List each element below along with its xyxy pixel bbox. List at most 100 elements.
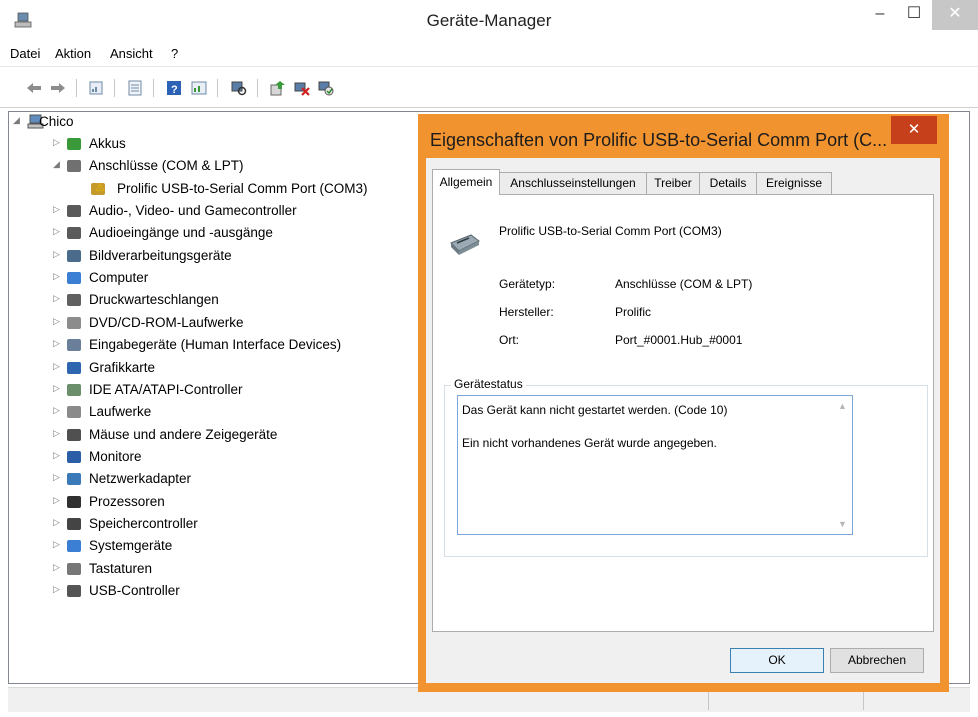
svg-text:?: ? [171,84,178,96]
minimize-icon: – [875,5,885,22]
menu-datei[interactable]: Datei [10,46,40,61]
tree-node-label: Anschlüsse (COM & LPT) [89,158,244,174]
menu-help[interactable]: ? [171,46,178,61]
serial-port-icon [450,234,480,255]
expand-arrow-icon[interactable]: ▷ [53,361,63,372]
tree-node-label: Tastaturen [89,560,153,576]
menu-ansicht[interactable]: Ansicht [110,46,153,61]
menu-aktion[interactable]: Aktion [55,46,91,61]
maximize-button[interactable]: ☐ [896,0,932,30]
dialog-body: Allgemein Anschlusseinstellungen Treiber… [426,158,940,683]
dialog-close-button[interactable]: ✕ [891,116,937,144]
scan-hardware-icon[interactable] [231,80,247,96]
expand-arrow-icon[interactable]: ▷ [53,226,63,237]
properties-dialog: Eigenschaften von Prolific USB-to-Serial… [418,114,949,692]
dialog-title: Eigenschaften von Prolific USB-to-Serial… [430,130,888,150]
mouse-icon [67,428,81,441]
tree-node-label: Eingabegeräte (Human Interface Devices) [89,337,342,353]
tree-node-label: USB-Controller [89,583,180,598]
device-manager-window: Geräte-Manager – ☐ ✕ Datei Aktion Ansich… [0,0,978,717]
tab-ereignisse[interactable]: Ereignisse [756,172,832,194]
monitor-icon [67,450,81,463]
location-value: Port_#0001.Hub_#0001 [615,333,743,347]
tree-node-label: Systemgeräte [89,538,173,554]
tree-node-label: Druckwarteschlangen [89,292,219,308]
location-label: Ort: [499,333,519,347]
expand-arrow-icon[interactable]: ▷ [53,137,63,148]
tree-node-label: Speichercontroller [89,515,198,531]
tree-node-label: DVD/CD-ROM-Laufwerke [89,314,244,330]
window-title: Geräte-Manager [426,11,552,30]
port-connector-icon [67,160,81,173]
tree-node-label: Audio-, Video- und Gamecontroller [89,203,297,219]
toolbar: ? [0,66,978,108]
expand-arrow-icon[interactable]: ▷ [53,472,63,483]
expand-arrow-icon[interactable]: ▷ [53,316,63,327]
device-status-legend: Gerätestatus [451,377,526,391]
input-device-icon [67,339,81,352]
properties-icon[interactable] [88,80,104,96]
manufacturer-label: Hersteller: [499,305,554,319]
device-status-textbox[interactable]: Das Gerät kann nicht gestartet werden. (… [457,395,853,535]
collapse-arrow-icon[interactable]: ◢ [53,159,63,170]
console-icon[interactable] [191,80,207,96]
computer-icon [67,272,81,285]
expand-arrow-icon[interactable]: ▷ [53,584,63,595]
expand-arrow-icon[interactable]: ▷ [53,562,63,573]
expand-arrow-icon[interactable]: ▷ [53,249,63,260]
tab-allgemein[interactable]: Allgemein [432,169,500,195]
maximize-icon: ☐ [906,5,922,22]
expand-arrow-icon[interactable]: ▷ [53,271,63,282]
tree-node-label: Bildverarbeitungsgeräte [89,247,232,263]
tree-node-label: Audioeingänge und -ausgänge [89,225,273,241]
back-arrow-icon[interactable] [26,80,42,96]
collapse-arrow-icon[interactable]: ◢ [13,115,23,126]
expand-arrow-icon[interactable]: ▷ [53,450,63,461]
view-icon[interactable] [127,80,143,96]
tree-node-label: Mäuse und andere Zeigegeräte [89,426,278,442]
tree-node-label: Netzwerkadapter [89,471,192,487]
help-icon[interactable]: ? [166,80,182,96]
expand-arrow-icon[interactable]: ▷ [53,293,63,304]
cancel-button[interactable]: Abbrechen [830,648,924,673]
scroll-down-icon[interactable]: ▼ [838,519,847,529]
general-panel: Prolific USB-to-Serial Comm Port (COM3) … [432,194,934,632]
audio-io-icon [67,227,81,240]
tab-treiber[interactable]: Treiber [646,172,700,194]
ide-controller-icon [67,383,81,396]
display-adapter-icon [67,361,81,374]
expand-arrow-icon[interactable]: ▷ [53,338,63,349]
expand-arrow-icon[interactable]: ▷ [53,517,63,528]
uninstall-icon[interactable] [294,80,310,96]
close-button[interactable]: ✕ [932,0,978,30]
title-bar[interactable]: Geräte-Manager – ☐ ✕ [0,0,978,42]
expand-arrow-icon[interactable]: ▷ [53,405,63,416]
expand-arrow-icon[interactable]: ▷ [53,428,63,439]
usb-icon [67,585,81,597]
manufacturer-value: Prolific [615,305,652,319]
ok-button[interactable]: OK [730,648,824,673]
tab-details[interactable]: Details [699,172,757,194]
device-type-label: Gerätetyp: [499,277,556,291]
device-name: Prolific USB-to-Serial Comm Port (COM3) [499,224,722,238]
tree-node-label: Grafikkarte [89,359,156,375]
update-driver-icon[interactable] [270,80,286,96]
tab-anschlusseinstellungen[interactable]: Anschlusseinstellungen [499,172,647,194]
expand-arrow-icon[interactable]: ▷ [53,495,63,506]
expand-arrow-icon[interactable]: ▷ [53,204,63,215]
enable-device-icon[interactable] [318,80,334,96]
device-type-value: Anschlüsse (COM & LPT) [615,277,753,291]
expand-arrow-icon[interactable]: ▷ [53,539,63,550]
tree-node-label: Akkus [89,136,126,151]
keyboard-icon [67,562,81,575]
minimize-button[interactable]: – [862,0,898,30]
tree-node-label: Monitore [89,448,142,464]
close-icon: ✕ [948,5,962,22]
expand-arrow-icon[interactable]: ▷ [53,383,63,394]
tree-node-label: Laufwerke [89,404,152,420]
forward-arrow-icon[interactable] [50,80,66,96]
camera-icon [67,249,81,262]
disc-drive-icon [67,316,81,329]
scrollbar[interactable]: ▲ ▼ [835,396,852,534]
scroll-up-icon[interactable]: ▲ [838,401,847,411]
